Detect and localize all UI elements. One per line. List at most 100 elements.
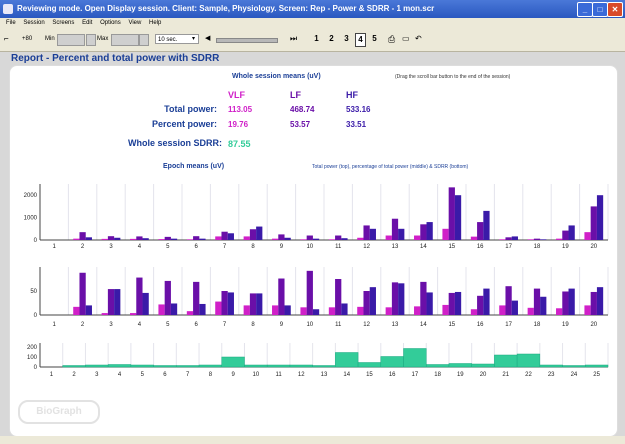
bar-hf-4 [142,238,149,240]
x-tick-label: 17 [505,322,512,328]
bar-lf-15 [448,292,455,315]
bar-hf-3 [114,237,121,240]
bar-vlf-19 [556,238,563,240]
x-tick-label: 4 [118,372,122,378]
bar-vlf-8 [243,305,250,315]
bar-hf-17 [511,300,518,315]
bar-vlf-10 [300,239,307,240]
bar-lf-8 [249,293,257,315]
x-tick-label: 9 [280,244,284,250]
bar-lf-7 [221,231,228,240]
bar-lf-20 [590,206,597,240]
bar-lf-17 [505,237,512,240]
x-tick-label: 11 [335,244,342,250]
bar-vlf-18 [527,239,534,240]
bar-hf-9 [284,305,291,315]
bar-sdrr-6 [153,365,177,368]
bar-hf-8 [256,293,263,315]
x-tick-label: 16 [477,322,484,328]
x-tick-label: 2 [72,372,76,378]
bar-hf-12 [369,287,376,315]
x-tick-label: 20 [590,322,597,328]
bar-sdrr-11 [266,364,291,368]
bar-lf-19 [562,291,569,315]
bar-sdrr-3 [85,364,109,368]
bar-vlf-2 [73,306,80,315]
bar-sdrr-22 [516,353,541,368]
bar-sdrr-5 [130,364,154,368]
bar-lf-2 [79,272,86,315]
bar-lf-4 [136,236,143,240]
bar-vlf-11 [328,307,336,315]
x-tick-label: 10 [306,322,313,328]
bar-hf-6 [199,238,206,240]
bar-hf-15 [454,195,462,240]
x-tick-label: 1 [53,244,57,250]
x-tick-label: 18 [534,322,541,328]
bar-vlf-10 [300,307,307,315]
epoch-charts: 1 2 3 4 5 6 7 8 9 10 11 12 13 14 15 16 17 18 19 20200010000… [24,184,609,378]
x-tick-label: 8 [251,322,255,328]
bar-vlf-3 [101,313,108,315]
y-tick-label: 100 [27,355,38,361]
x-tick-label: 1 [50,372,54,378]
bar-hf-16 [483,288,490,315]
x-tick-label: 7 [223,322,227,328]
bar-hf-16 [483,210,490,240]
bar-sdrr-17 [403,348,427,368]
x-tick-label: 22 [525,372,532,378]
bar-vlf-8 [243,236,250,240]
bar-hf-10 [312,238,320,240]
x-tick-label: 16 [389,372,396,378]
bar-lf-3 [107,289,115,315]
x-tick-label: 2 [81,322,85,328]
x-tick-label: 19 [562,244,569,250]
bar-hf-5 [170,238,178,240]
bar-hf-14 [426,222,433,240]
bar-hf-6 [199,303,206,315]
bar-vlf-16 [470,236,478,240]
bar-hf-10 [312,309,320,315]
bar-lf-3 [107,236,115,240]
y-tick-label: 0 [34,365,38,371]
x-tick-label: 4 [138,244,142,250]
y-tick-label: 2000 [24,193,38,199]
x-tick-label: 18 [434,372,441,378]
bar-hf-2 [85,237,92,240]
x-tick-label: 20 [480,372,487,378]
x-tick-label: 5 [166,322,170,328]
x-tick-label: 16 [477,244,484,250]
bar-lf-18 [533,288,541,315]
bar-lf-9 [278,234,285,240]
bar-hf-20 [596,195,604,240]
bar-hf-13 [398,283,405,315]
x-tick-label: 13 [392,244,399,250]
x-tick-label: 14 [420,322,427,328]
y-tick-label: 50 [30,289,37,295]
bar-vlf-17 [499,239,506,240]
bar-lf-16 [477,222,484,240]
bar-vlf-4 [130,238,137,240]
bar-lf-5 [164,280,171,315]
bar-sdrr-20 [471,363,495,368]
x-tick-label: 19 [457,372,464,378]
bar-sdrr-16 [380,356,404,368]
bar-sdrr-19 [448,363,472,368]
bar-hf-2 [85,305,92,315]
bar-lf-12 [363,291,370,315]
bar-lf-10 [306,235,313,240]
bar-lf-14 [420,281,427,315]
x-tick-label: 24 [571,372,578,378]
x-tick-label: 10 [252,372,259,378]
x-tick-label: 13 [321,372,328,378]
bar-vlf-14 [414,235,421,240]
bar-lf-10 [306,270,313,315]
bar-vlf-15 [442,304,449,315]
bar-vlf-20 [584,232,591,240]
bar-sdrr-9 [221,356,245,368]
bar-lf-12 [363,225,370,240]
bar-lf-14 [420,224,427,240]
x-tick-label: 21 [502,372,509,378]
x-tick-label: 12 [298,372,305,378]
bar-hf-11 [341,303,348,315]
